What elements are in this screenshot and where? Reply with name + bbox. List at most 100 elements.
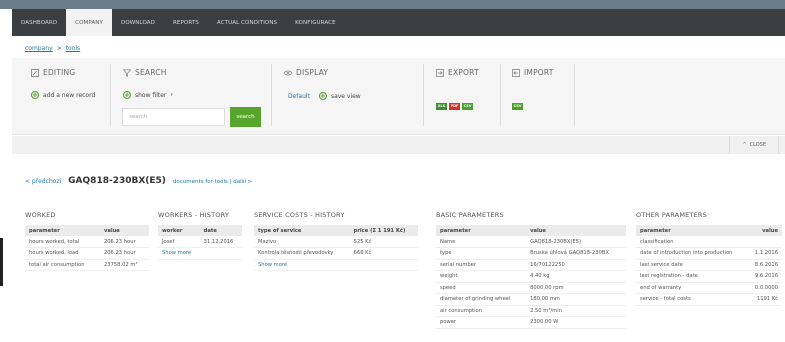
other-parameters-title: OTHER PARAMETERS [636,211,707,219]
worked-title: WORKED [25,211,56,219]
table-row: last registration - date 9.6.2016 [636,270,782,283]
table-cell: type [436,247,527,260]
table-cell: serial number [436,259,527,271]
export-icon [436,68,444,77]
basic-parameters-title: BASIC PARAMETERS [436,211,504,219]
divider [271,64,272,126]
eye-icon [284,70,292,75]
table-cell: 9.6.2016 [747,270,782,283]
table-cell: 0.0.0000 [747,282,782,294]
table-header-row: worker date [158,225,242,236]
export-xls-button[interactable]: XLS [436,103,447,110]
previous-link[interactable]: < předchozí [25,178,61,185]
add-icon: + [31,91,39,99]
display-section: DISPLAY [284,68,328,77]
editing-title-label: EDITING [43,68,76,77]
tool-header: < předchozí GAQ818-230BX(E5) documents f… [25,176,252,186]
search-input[interactable]: search [122,108,225,126]
table-cell [747,236,782,248]
export-csv-button[interactable]: CSV [462,103,473,110]
table-cell: 180.00 mm [526,293,626,306]
table-cell: Kontrola těsnosti převodovky [254,247,350,260]
show-filter-icon: + [123,91,131,99]
column-header: type of service [254,225,350,236]
table-row: hours worked, load 206.23 hour [25,247,149,260]
close-button[interactable]: ^ CLOSE [729,136,779,154]
filter-icon [123,68,131,77]
editing-section: EDITING + add a new record [31,68,95,99]
table-row: Kontrola těsnosti převodovky 666 Kč [254,247,418,260]
table-cell [349,259,418,271]
table-cell: speed [436,282,527,294]
close-label: CLOSE [749,142,766,148]
nav-download[interactable]: DOWNLOAD [112,9,164,36]
breadcrumb: company > tools [25,45,80,52]
table-cell: classification [636,236,748,248]
table-cell [199,247,242,260]
table-cell: 8.6.2016 [747,259,782,271]
nav-dashboard[interactable]: DASHBOARD [12,9,66,36]
table-row: air consumption 2.50 m³/min [436,305,626,317]
export-title: EXPORT [436,68,479,77]
table-cell: diameter of grinding wheel [436,293,527,306]
nav-company[interactable]: COMPANY [66,9,112,36]
import-title: IMPORT [512,68,554,77]
table-row: Show more [158,247,242,260]
table-header-row: parameter value [25,225,149,236]
save-view-button[interactable]: + save view [318,92,361,100]
table-row: type Bruska úhlová GAQ818-230BX [436,247,626,260]
nav-actual-conditions[interactable]: ACTUAL CONDITIONS [208,9,286,36]
table-cell: 8000.00 rpm [526,282,626,294]
import-csv-button[interactable]: CSV [512,103,523,110]
nav-reports[interactable]: REPORTS [164,9,208,36]
column-header: worker [158,225,200,236]
breadcrumb-tools[interactable]: tools [66,45,81,52]
default-view-link[interactable]: Default [288,93,310,100]
save-view-label: save view [330,92,361,100]
table-cell: service - total costs [636,293,748,306]
save-view-icon: + [318,92,327,100]
table-cell: 31.12.2016 [199,236,242,248]
table-row: last service date 8.6.2016 [636,259,782,271]
table-cell: total air consumption [25,259,100,271]
table-row: diameter of grinding wheel 180.00 mm [436,293,626,306]
table-cell: 4.40 kg [526,270,626,283]
basic-parameters-table: parameter value Name GAQ818-230BX(E5) typ… [436,225,626,329]
export-pdf-button[interactable]: PDF [449,103,460,110]
breadcrumb-company[interactable]: company [25,45,53,52]
add-record-button[interactable]: + add a new record [31,91,95,99]
table-header-row: parameter value [436,225,626,236]
documents-link[interactable]: documents for tools | další > [173,179,252,185]
table-row: hours worked, total 206.23 hour [25,236,149,248]
table-cell: date of introduction into production [636,247,748,260]
table-cell: 1191 Kč [747,293,782,306]
column-header: value [526,225,626,236]
service-costs-title: SERVICE COSTS - HISTORY [254,211,345,219]
export-formats: XLS PDF CSV [436,92,479,111]
show-more-link[interactable]: Show more [254,259,350,271]
workers-history-title: WORKERS - HISTORY [158,211,230,219]
table-cell: 525 Kč [349,236,418,248]
table-row: Name GAQ818-230BX(E5) [436,236,626,248]
table-cell: air consumption [436,305,527,317]
nav-konfigurace[interactable]: KONFIGURACE [286,9,345,36]
show-filter-button[interactable]: + show filter ▾ [123,91,173,99]
import-icon [512,68,520,77]
show-more-link[interactable]: Show more [158,247,200,260]
search-title-label: SEARCH [135,68,167,77]
table-header-row: parameter value [636,225,782,236]
chevron-down-icon: ▾ [170,92,173,98]
breadcrumb-separator: > [56,45,62,52]
editing-title: EDITING [31,68,95,77]
worked-table: parameter value hours worked, total 206.… [25,225,149,271]
search-button[interactable]: search [230,107,261,127]
table-row: speed 8000.00 rpm [436,282,626,294]
show-filter-label: show filter [135,91,167,99]
column-header: parameter [436,225,527,236]
divider [110,64,111,126]
column-header: value [99,225,149,236]
table-cell: 1.1.2016 [747,247,782,260]
column-header: price (Σ 1 191 Kč) [349,225,418,236]
table-cell: GAQ818-230BX(E5) [526,236,626,248]
table-cell: 16/70122250 [526,259,626,271]
